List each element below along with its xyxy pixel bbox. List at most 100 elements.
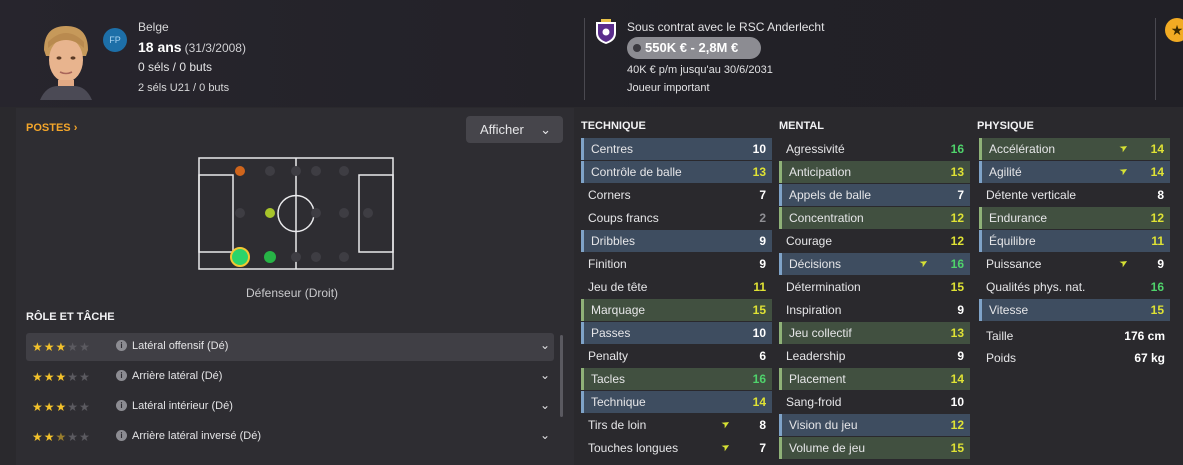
attribute-value: 13 (950, 165, 964, 179)
attribute-name: Penalty (588, 349, 629, 363)
mental-attribute-row[interactable]: Leadership 9 (779, 345, 970, 367)
trend-arrow-icon: ➤ (917, 256, 931, 271)
physique-attribute-row[interactable]: Qualités phys. nat. 16 (979, 276, 1170, 298)
mental-attribute-row[interactable]: Sang-froid 10 (779, 391, 970, 413)
physique-attribute-row[interactable]: Équilibre 11 (979, 230, 1170, 252)
attribute-value: 16 (1150, 280, 1164, 294)
technique-attribute-row[interactable]: Jeu de tête 11 (581, 276, 772, 298)
height-label: Taille (986, 329, 1014, 343)
attribute-value: 13 (950, 326, 964, 340)
attribute-name: Agilité (989, 165, 1022, 179)
technique-attribute-row[interactable]: Tacles 16 (581, 368, 772, 390)
attribute-value: 14 (950, 372, 964, 386)
attribute-value: 11 (1151, 234, 1164, 248)
role-item[interactable]: ★★★★★ i Latéral intérieur (Dé) ⌄ (26, 393, 554, 421)
technique-attribute-row[interactable]: Technique 14 (581, 391, 772, 413)
trend-arrow-icon: ➤ (719, 417, 733, 432)
mental-attribute-row[interactable]: Détermination 15 (779, 276, 970, 298)
technique-attribute-row[interactable]: Touches longues ➤ 7 (581, 437, 772, 459)
attribute-value: 15 (752, 303, 766, 317)
physique-attribute-row[interactable]: Agilité ➤ 14 (979, 161, 1170, 183)
mental-attribute-row[interactable]: Anticipation 13 (779, 161, 970, 183)
mental-attribute-row[interactable]: Agressivité 16 (779, 138, 970, 160)
info-icon[interactable]: i (116, 340, 127, 351)
attribute-value: 13 (752, 165, 766, 179)
attribute-name: Centres (591, 142, 634, 156)
chevron-down-icon[interactable]: ⌄ (540, 398, 550, 412)
mental-attribute-row[interactable]: Décisions ➤ 16 (779, 253, 970, 275)
attribute-name: Finition (588, 257, 627, 271)
contract-club[interactable]: Sous contrat avec le RSC Anderlecht (627, 20, 824, 34)
attribute-name: Concentration (789, 211, 864, 225)
physique-attribute-row[interactable]: Puissance ➤ 9 (979, 253, 1170, 275)
wage-info: 40K € p/m jusqu'au 30/6/2031 (627, 64, 773, 76)
attribute-name: Agressivité (786, 142, 845, 156)
attribute-name: Endurance (989, 211, 1048, 225)
display-dropdown[interactable]: Afficher ⌄ (466, 116, 563, 143)
star-icon: ★ (43, 430, 56, 444)
attribute-value: 12 (950, 234, 964, 248)
attribute-name: Qualités phys. nat. (986, 280, 1086, 294)
mental-attribute-row[interactable]: Placement 14 (779, 368, 970, 390)
mental-attribute-row[interactable]: Appels de balle 7 (779, 184, 970, 206)
attribute-value: 9 (759, 234, 766, 248)
mental-attribute-row[interactable]: Jeu collectif 13 (779, 322, 970, 344)
technique-attribute-row[interactable]: Dribbles 9 (581, 230, 772, 252)
star-icon: ★ (32, 370, 44, 384)
star-icon: ★ (79, 340, 91, 354)
technique-attribute-row[interactable]: Penalty 6 (581, 345, 772, 367)
info-icon[interactable]: i (116, 400, 127, 411)
attribute-value: 15 (950, 280, 964, 294)
position-marker-dl (235, 166, 245, 176)
info-icon[interactable]: i (116, 370, 127, 381)
club-crest-icon[interactable] (594, 19, 618, 45)
physique-attribute-row[interactable]: Vitesse 15 (979, 299, 1170, 321)
star-icon: ★ (55, 400, 68, 414)
attribute-name: Inspiration (786, 303, 842, 317)
mental-attribute-row[interactable]: Volume de jeu 15 (779, 437, 970, 459)
technique-attribute-row[interactable]: Marquage 15 (581, 299, 772, 321)
attribute-value: 15 (1150, 303, 1164, 317)
physique-attribute-row[interactable]: Détente verticale 8 (979, 184, 1170, 206)
chevron-down-icon[interactable]: ⌄ (540, 338, 550, 352)
role-label: Latéral intérieur (Dé) (132, 400, 233, 412)
chevron-down-icon[interactable]: ⌄ (540, 368, 550, 382)
chevron-down-icon[interactable]: ⌄ (540, 428, 550, 442)
positions-link[interactable]: POSTES › (26, 122, 77, 134)
technique-attribute-row[interactable]: Contrôle de balle 13 (581, 161, 772, 183)
attribute-value: 7 (759, 188, 766, 202)
attribute-name: Dribbles (591, 234, 636, 248)
physique-attribute-row[interactable]: Accélération ➤ 14 (979, 138, 1170, 160)
role-item[interactable]: ★★★★★ i Arrière latéral inversé (Dé) ⌄ (26, 423, 554, 451)
physique-attribute-row[interactable]: Endurance 12 (979, 207, 1170, 229)
attribute-value: 10 (950, 395, 964, 409)
attribute-value: 16 (950, 142, 964, 156)
role-item[interactable]: ★★★★★ i Arrière latéral (Dé) ⌄ (26, 363, 554, 391)
attribute-name: Puissance (986, 257, 1042, 271)
attribute-value: 16 (752, 372, 766, 386)
technique-attribute-row[interactable]: Corners 7 (581, 184, 772, 206)
favorite-star-icon[interactable]: ★ (1165, 18, 1183, 42)
technique-attribute-row[interactable]: Centres 10 (581, 138, 772, 160)
height-value: 176 cm (1124, 329, 1165, 343)
mental-attribute-row[interactable]: Concentration 12 (779, 207, 970, 229)
mental-attribute-row[interactable]: Vision du jeu 12 (779, 414, 970, 436)
attribute-value: 8 (759, 418, 766, 432)
attribute-value: 12 (950, 211, 964, 225)
technique-attribute-row[interactable]: Coups francs 2 (581, 207, 772, 229)
position-pitch (198, 157, 394, 270)
technique-attribute-row[interactable]: Finition 9 (581, 253, 772, 275)
attribute-name: Leadership (786, 349, 846, 363)
mental-attribute-row[interactable]: Courage 12 (779, 230, 970, 252)
info-icon[interactable]: i (116, 430, 127, 441)
role-rating-stars: ★★★★★ (32, 340, 91, 354)
star-icon: ★ (32, 340, 44, 354)
role-list-scrollbar[interactable] (560, 335, 563, 417)
mental-attribute-row[interactable]: Inspiration 9 (779, 299, 970, 321)
attribute-value: 14 (752, 395, 766, 409)
technique-attribute-row[interactable]: Passes 10 (581, 322, 772, 344)
technique-attribute-row[interactable]: Tirs de loin ➤ 8 (581, 414, 772, 436)
trend-arrow-icon: ➤ (719, 440, 733, 455)
role-item[interactable]: ★★★★★ i Latéral offensif (Dé) ⌄ (26, 333, 554, 361)
star-icon: ★ (43, 340, 56, 354)
